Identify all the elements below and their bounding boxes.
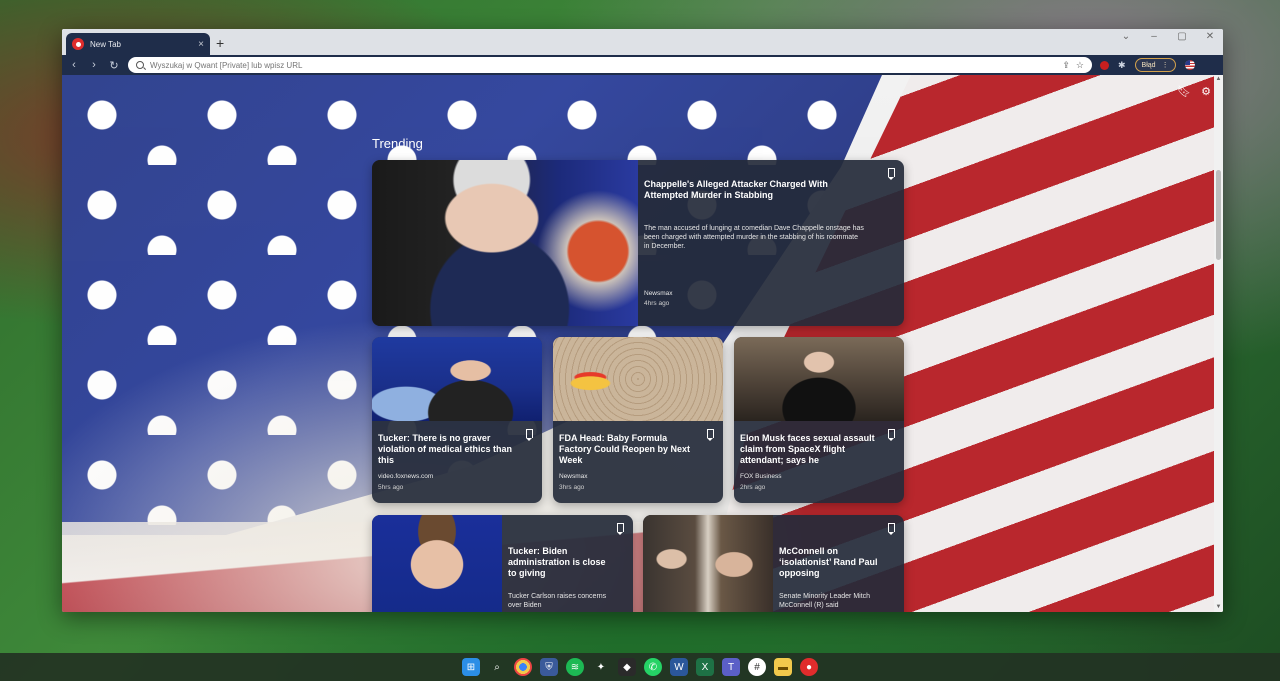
news-card-chappelle[interactable]: Chappelle's Alleged Attacker Charged Wit… (372, 160, 904, 326)
tab-strip: New Tab × + ⌄ – ▢ ✕ (62, 29, 1223, 55)
bookmark-star-icon[interactable]: ☆ (1076, 60, 1084, 71)
news-image (734, 337, 904, 421)
news-title: Tucker: There is no graver violation of … (378, 433, 513, 465)
new-tab-page: 🔖︎ ⚙ Trending Chappelle's Alleged Attack… (62, 75, 1223, 612)
news-card-tucker-ethics[interactable]: Tucker: There is no graver violation of … (372, 337, 542, 503)
browser-toolbar: ‹ › ↻ ⇪ ☆ ✱ Błąd ⋮ (62, 55, 1223, 75)
qwant-favicon-icon (72, 38, 84, 50)
news-source: video.foxnews.com (378, 473, 434, 480)
news-image (643, 515, 773, 612)
scroll-thumb[interactable] (1216, 170, 1221, 260)
search-icon (136, 61, 144, 69)
maximize-button[interactable]: ▢ (1175, 31, 1189, 42)
news-description: Tucker Carlson raises concerns over Bide… (508, 593, 607, 609)
davinci-icon[interactable]: ◆ (618, 658, 636, 676)
reload-button[interactable]: ↻ (108, 59, 120, 72)
browser-window: New Tab × + ⌄ – ▢ ✕ ‹ › ↻ ⇪ ☆ ✱ Błąd ⋮ (62, 29, 1223, 612)
address-bar[interactable]: ⇪ ☆ (128, 57, 1092, 73)
page-corner-icons: 🔖︎ ⚙ (1177, 85, 1211, 98)
chrome-icon[interactable] (514, 658, 532, 676)
save-bookmark-icon[interactable] (707, 429, 714, 438)
news-description: Senate Minority Leader Mitch McConnell (… (779, 593, 871, 609)
teams-icon[interactable]: T (722, 658, 740, 676)
windows-start-icon[interactable]: ⊞ (462, 658, 480, 676)
search-icon[interactable]: ⌕ (488, 658, 506, 676)
save-bookmark-icon[interactable] (526, 429, 533, 438)
scroll-up-icon[interactable]: ▲ (1215, 76, 1222, 83)
news-image (372, 160, 638, 326)
news-card-fda[interactable]: FDA Head: Baby Formula Factory Could Reo… (553, 337, 723, 503)
whatsapp-icon[interactable]: ✆ (644, 658, 662, 676)
word-icon[interactable]: W (670, 658, 688, 676)
news-image (553, 337, 723, 421)
news-card-musk[interactable]: Elon Musk faces sexual assault claim fro… (734, 337, 904, 503)
trending-heading: Trending (372, 136, 423, 151)
extensions-puzzle-icon[interactable]: ✱ (1118, 60, 1126, 71)
file-explorer-icon[interactable]: ▬ (774, 658, 792, 676)
scroll-down-icon[interactable]: ▼ (1215, 604, 1222, 611)
error-profile-button[interactable]: Błąd ⋮ (1134, 58, 1176, 72)
news-source: Newsmax (644, 290, 673, 297)
bookmark-page-icon[interactable]: 🔖︎ (1177, 85, 1191, 98)
news-source: FOX Business (740, 473, 782, 480)
news-title: Chappelle's Alleged Attacker Charged Wit… (644, 179, 828, 200)
excel-icon[interactable]: X (696, 658, 714, 676)
news-title: Elon Musk faces sexual assault claim fro… (740, 433, 875, 465)
address-input[interactable] (150, 60, 1057, 70)
tab-search-icon[interactable]: ⌄ (1119, 31, 1133, 42)
back-button[interactable]: ‹ (68, 59, 80, 71)
news-card-mcconnell[interactable]: McConnell on ‘isolationist’ Rand Paul op… (643, 515, 904, 612)
news-time: 4hrs ago (644, 300, 670, 307)
forward-button[interactable]: › (88, 59, 100, 71)
slack-icon[interactable]: # (748, 658, 766, 676)
game-icon[interactable]: ✦ (592, 658, 610, 676)
window-controls: ⌄ – ▢ ✕ (1119, 31, 1217, 42)
news-description: The man accused of lunging at comedian D… (644, 225, 864, 250)
save-bookmark-icon[interactable] (617, 523, 624, 532)
new-tab-button[interactable]: + (216, 35, 224, 51)
minimize-button[interactable]: – (1147, 31, 1161, 42)
save-bookmark-icon[interactable] (888, 523, 895, 532)
news-title: FDA Head: Baby Formula Factory Could Reo… (559, 433, 691, 465)
us-flag-icon[interactable] (1184, 60, 1195, 70)
shield-icon[interactable]: ⛨ (540, 658, 558, 676)
news-image (372, 515, 502, 612)
spotify-icon[interactable]: ≋ (566, 658, 584, 676)
news-card-tucker-biden[interactable]: Tucker: Biden administration is close to… (372, 515, 633, 612)
settings-gear-icon[interactable]: ⚙ (1201, 85, 1211, 98)
tab-title: New Tab (90, 39, 121, 49)
news-time: 2hrs ago (740, 484, 766, 491)
news-title: Tucker: Biden administration is close to… (508, 546, 606, 578)
news-time: 3hrs ago (559, 484, 585, 491)
close-window-button[interactable]: ✕ (1203, 31, 1217, 42)
taskbar: ⊞ ⌕ ⛨ ≋ ✦ ◆ ✆ W X T # ▬ ● (0, 653, 1280, 681)
share-icon[interactable]: ⇪ (1062, 60, 1070, 71)
news-title: McConnell on ‘isolationist’ Rand Paul op… (779, 546, 878, 578)
qwant-browser-icon[interactable]: ● (800, 658, 818, 676)
news-image (372, 337, 542, 421)
toolbar-right: ✱ Błąd ⋮ (1100, 58, 1195, 72)
error-label: Błąd (1141, 61, 1156, 69)
news-source: Newsmax (559, 473, 588, 480)
menu-dots-icon: ⋮ (1161, 62, 1169, 69)
page-scrollbar[interactable]: ▲ ▼ (1214, 75, 1223, 612)
save-bookmark-icon[interactable] (888, 429, 895, 438)
save-bookmark-icon[interactable] (888, 168, 895, 177)
tab-close-icon[interactable]: × (198, 39, 204, 50)
extension-red-icon[interactable] (1100, 60, 1109, 70)
news-time: 5hrs ago (378, 484, 404, 491)
tab-new-tab[interactable]: New Tab × (66, 33, 210, 55)
